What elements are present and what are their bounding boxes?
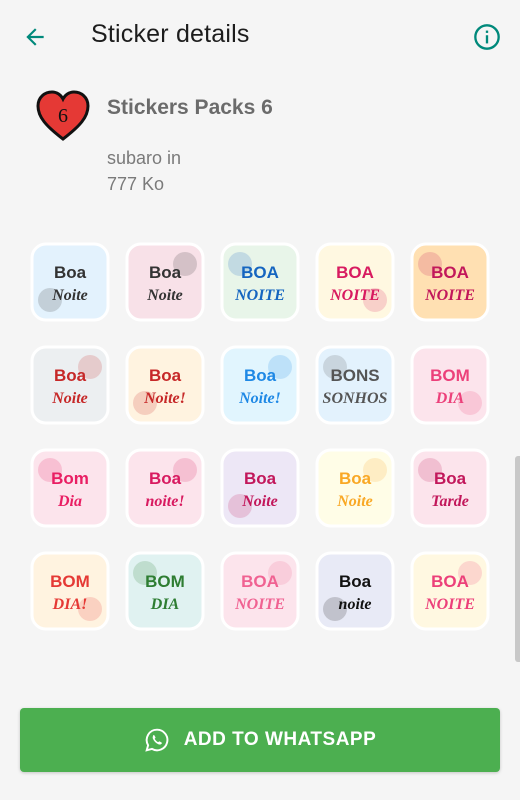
pack-header: 6 Stickers Packs 6 subaro in 777 Ko <box>0 84 520 204</box>
sticker-item[interactable]: BOM DIA <box>403 333 498 436</box>
info-button[interactable] <box>470 20 504 54</box>
sticker-text-top: BOA <box>241 263 279 282</box>
sticker-text-top: Boa <box>54 366 87 385</box>
sticker-text-top: BOA <box>431 572 469 591</box>
sticker-text-top: BOM <box>50 572 90 591</box>
sticker-image: BOM DIA! <box>30 551 110 630</box>
add-to-whatsapp-button[interactable]: ADD TO WHATSAPP <box>20 708 500 772</box>
sticker-text-top: Boa <box>149 263 182 282</box>
sticker-image: BOA NOITE <box>410 551 490 630</box>
sticker-text-top: Boa <box>339 572 372 591</box>
sticker-item[interactable]: Boa Noite <box>212 436 307 539</box>
sticker-image: Boa Noite <box>315 448 395 527</box>
sticker-text-top: BONS <box>331 366 380 385</box>
sticker-text-bottom: noite! <box>145 493 184 510</box>
sticker-text-top: BOA <box>241 572 279 591</box>
sticker-text-bottom: Noite! <box>143 390 186 407</box>
sticker-image: Boa Noite! <box>125 345 205 424</box>
sticker-text-top: Boa <box>54 263 87 282</box>
sticker-text-bottom: Noite <box>146 287 183 304</box>
sticker-text-bottom: Tarde <box>432 493 470 510</box>
sticker-item[interactable]: BOA NOITE <box>308 230 403 333</box>
sticker-item[interactable]: Boa Noite <box>117 230 212 333</box>
sticker-item[interactable]: BOA NOITE <box>212 230 307 333</box>
sticker-image: BOA NOITE <box>315 242 395 321</box>
sticker-text-bottom: SONHOS <box>323 390 388 407</box>
sticker-text-bottom: noite <box>339 596 372 613</box>
sticker-image: Boa Noite! <box>220 345 300 424</box>
pack-size: 777 Ko <box>107 174 165 194</box>
sticker-item[interactable]: BOA NOITE <box>403 539 498 642</box>
pack-name: Stickers Packs 6 <box>107 96 273 119</box>
sticker-text-bottom: Noite <box>241 493 278 510</box>
sticker-image: Boa Noite <box>30 242 110 321</box>
sticker-image: Bom Dia <box>30 448 110 527</box>
sticker-text-bottom: Noite <box>336 493 373 510</box>
sticker-item[interactable]: BOM DIA! <box>22 539 117 642</box>
scrollbar[interactable] <box>515 456 520 662</box>
sticker-text-bottom: DIA <box>435 390 465 407</box>
whatsapp-icon <box>144 727 170 753</box>
info-icon <box>474 24 500 50</box>
sticker-text-bottom: Noite! <box>238 390 281 407</box>
sticker-image: BOA NOITE <box>220 242 300 321</box>
sticker-image: Boa Tarde <box>410 448 490 527</box>
sticker-text-top: Bom <box>51 469 89 488</box>
sticker-text-top: BOA <box>431 263 469 282</box>
sticker-text-top: Boa <box>244 469 277 488</box>
sticker-text-bottom: Noite <box>51 287 88 304</box>
sticker-item[interactable]: Boa noite! <box>117 436 212 539</box>
sticker-item[interactable]: Boa Noite <box>22 333 117 436</box>
sticker-text-top: BOA <box>336 263 374 282</box>
sticker-details-screen: Sticker details 6 Stickers Packs 6 subar… <box>0 0 520 800</box>
sticker-text-top: BOM <box>431 366 471 385</box>
sticker-text-bottom: NOITE <box>424 596 475 613</box>
sticker-text-top: Boa <box>339 469 372 488</box>
sticker-item[interactable]: Boa Tarde <box>403 436 498 539</box>
sticker-image: BOM DIA <box>410 345 490 424</box>
sticker-image: Boa Noite <box>220 448 300 527</box>
sticker-text-top: Boa <box>244 366 277 385</box>
sticker-image: BONS SONHOS <box>315 345 395 424</box>
arrow-left-icon <box>26 28 44 46</box>
sticker-text-top: Boa <box>149 469 182 488</box>
sticker-text-top: BOM <box>145 572 185 591</box>
sticker-item[interactable]: Boa Noite <box>308 436 403 539</box>
pack-icon-badge: 6 <box>58 105 68 127</box>
sticker-image: BOA NOITE <box>410 242 490 321</box>
sticker-text-bottom: Dia <box>57 493 82 510</box>
pack-publisher: subaro in <box>107 148 182 168</box>
sticker-item[interactable]: Boa Noite <box>22 230 117 333</box>
sticker-text-bottom: NOITE <box>424 287 475 304</box>
sticker-item[interactable]: BONS SONHOS <box>308 333 403 436</box>
sticker-text-top: Boa <box>434 469 467 488</box>
add-button-label: ADD TO WHATSAPP <box>183 729 377 750</box>
sticker-image: Boa Noite <box>30 345 110 424</box>
sticker-grid: Boa Noite Boa Noite BOA NOITE BOA NOITE BOA NOITE… <box>22 230 498 642</box>
sticker-item[interactable]: BOA NOITE <box>403 230 498 333</box>
sticker-item[interactable]: Boa Noite! <box>117 333 212 436</box>
back-button[interactable] <box>18 20 52 54</box>
sticker-image: Boa Noite <box>125 242 205 321</box>
sticker-image: Boa noite! <box>125 448 205 527</box>
sticker-text-bottom: NOITE <box>234 287 285 304</box>
sticker-text-bottom: NOITE <box>234 596 285 613</box>
sticker-item[interactable]: BOA NOITE <box>212 539 307 642</box>
sticker-item[interactable]: Bom Dia <box>22 436 117 539</box>
sticker-text-bottom: DIA <box>150 596 180 613</box>
sticker-text-top: Boa <box>149 366 182 385</box>
sticker-item[interactable]: BOM DIA <box>117 539 212 642</box>
sticker-item[interactable]: Boa Noite! <box>212 333 307 436</box>
heart-icon: 6 <box>36 90 90 141</box>
sticker-text-bottom: DIA! <box>51 596 87 613</box>
app-bar: Sticker details <box>0 0 520 72</box>
sticker-image: Boa noite <box>315 551 395 630</box>
sticker-image: BOM DIA <box>125 551 205 630</box>
sticker-image: BOA NOITE <box>220 551 300 630</box>
sticker-text-bottom: Noite <box>51 390 88 407</box>
page-title: Sticker details <box>91 20 250 48</box>
sticker-item[interactable]: Boa noite <box>308 539 403 642</box>
sticker-text-bottom: NOITE <box>329 287 380 304</box>
